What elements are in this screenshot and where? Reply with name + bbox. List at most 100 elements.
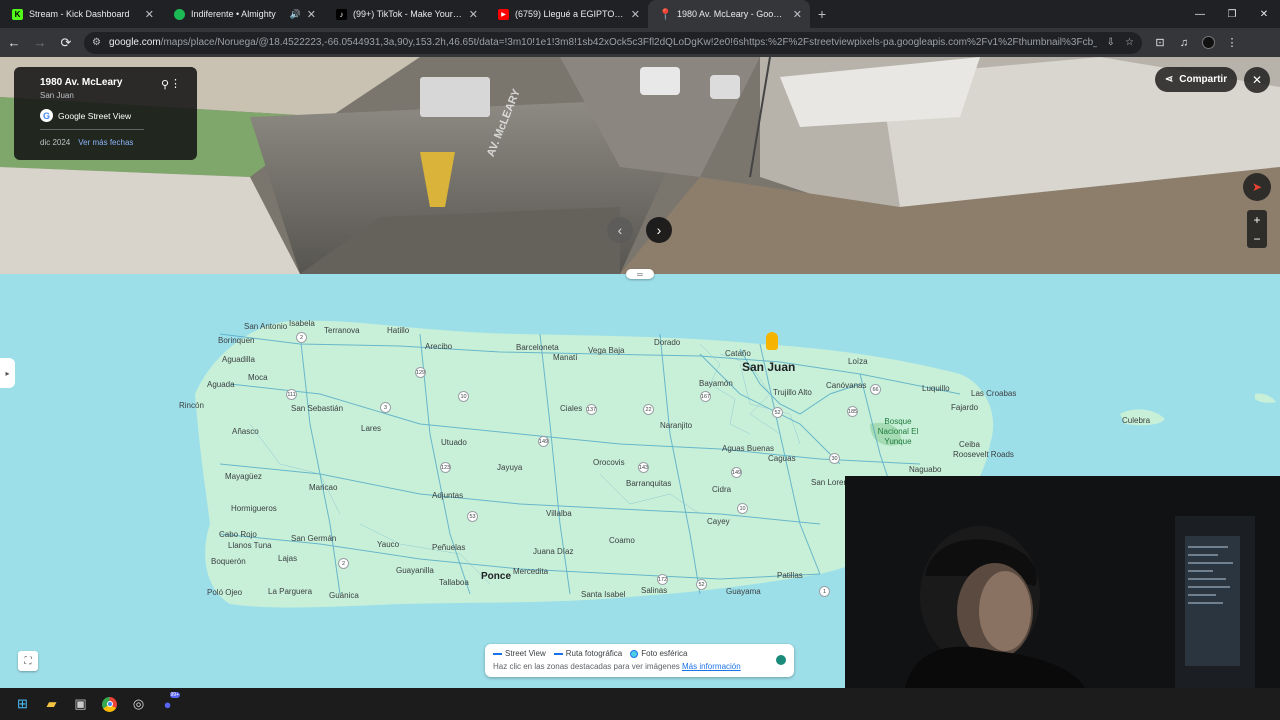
new-tab-button[interactable]: + [810,0,834,28]
divider [40,129,144,130]
map-label: Guayama [726,587,761,596]
task-manager-icon[interactable]: ▣ [66,690,95,718]
map-label: Boquerón [211,557,246,566]
legend-spherical-photo: Foto esférica [630,649,688,658]
route-shield: 1 [819,586,830,597]
map-label: Roosevelt Roads [953,450,1014,459]
discord-icon[interactable]: ● 99+ [153,690,182,718]
file-explorer-icon[interactable]: ▰ [37,690,66,718]
windows-start-icon[interactable]: ⊞ [8,690,37,718]
map-label-major-city: Ponce [481,571,512,582]
chrome-icon[interactable] [95,690,124,718]
map-label: Isabela [289,319,315,328]
address-bar[interactable]: ⚙ google.com/maps/place/Noruega/@18.4522… [84,31,1142,54]
street-view-layer-toggle[interactable] [776,655,786,665]
map-label: Barceloneta [516,343,559,352]
map-label: San Antonio [244,322,288,331]
map-label: Bayamón [699,379,733,388]
tab-tiktok[interactable]: ♪ (99+) TikTok - Make Your Day ✕ [324,0,486,28]
next-image-button[interactable]: › [646,217,672,243]
location-pin-icon[interactable]: ⚲ [161,78,169,91]
expand-side-panel-button[interactable]: ▸ [0,358,15,388]
map-label: Añasco [232,427,259,436]
map-label: Guánica [329,591,359,600]
tab-close-icon[interactable]: ✕ [793,8,802,21]
close-street-view-button[interactable]: ✕ [1244,67,1270,93]
brand-label: Google Street View [58,110,132,121]
forward-icon[interactable]: → [28,31,52,55]
map-label: Rincón [179,401,204,410]
map-label: Cidra [712,485,732,494]
site-info-icon[interactable]: ⚙ [92,37,101,48]
map-label: Naranjito [660,421,693,430]
map-label: Canóvanas [826,381,867,390]
see-more-dates-link[interactable]: Ver más fechas [78,138,133,147]
url-text: google.com/maps/place/Noruega/@18.452222… [108,37,1097,48]
tab-close-icon[interactable]: ✕ [469,8,478,21]
route-shield: 66 [870,384,881,395]
chrome-menu-icon[interactable]: ⋮ [1220,31,1244,55]
fullscreen-button[interactable]: ⛶ [18,651,38,671]
install-app-icon[interactable]: ⇩ [1107,37,1115,48]
map-label: Juana Díaz [533,547,574,556]
map-label: Guayanilla [396,566,434,575]
tab-kick[interactable]: K Stream - Kick Dashboard ✕ [0,0,162,28]
bookmark-star-icon[interactable]: ☆ [1125,37,1134,48]
close-window-icon[interactable]: ✕ [1248,0,1280,28]
back-icon[interactable]: ← [2,31,26,55]
route-shield: 10 [458,391,469,402]
map-label: Aguas Buenas [722,444,775,453]
map-label: Dorado [654,338,681,347]
browser-tab-bar: K Stream - Kick Dashboard ✕ Indiferente … [0,0,1280,28]
profile-avatar[interactable] [1196,31,1220,55]
map-label: Santa Isabel [581,590,626,599]
map-label: Naguabo [909,465,942,474]
tab-title: Indiferente • Almighty [191,9,276,19]
previous-image-button[interactable]: ‹ [607,217,633,243]
obs-icon[interactable]: ◎ [124,690,153,718]
route-shield: 149 [538,436,549,447]
map-label: Llanos Tuna [228,541,272,550]
street-view-brand: G Google Street View [40,109,185,122]
route-shield: 143 [638,462,649,473]
map-label: Borinquen [218,336,255,345]
route-shield: 52 [772,407,783,418]
media-controls-icon[interactable]: ♫ [1172,31,1196,55]
minimize-icon[interactable]: — [1184,0,1216,28]
speaker-icon[interactable]: 🔊 [290,9,301,20]
google-logo-icon: G [40,109,53,122]
tab-spotify[interactable]: Indiferente • Almighty 🔊 ✕ [162,0,324,28]
tab-youtube[interactable]: ▶ (6759) Llegué a EGIPTO y todo ✕ [486,0,648,28]
reload-icon[interactable]: ⟳ [54,31,78,55]
tab-google-maps[interactable]: 📍 1980 Av. McLeary - Google Map ✕ [648,0,810,28]
zoom-out-icon[interactable]: − [1253,232,1260,246]
more-options-icon[interactable]: ⋮ [170,77,181,90]
compass-icon[interactable]: ➤ [1243,173,1271,201]
map-label: Barranquitas [626,479,672,488]
route-shield: 30 [829,453,840,464]
map-label: La Parguera [268,587,313,596]
lens-icon[interactable]: ⊡ [1148,31,1172,55]
share-button[interactable]: ⋖ Compartir [1155,67,1237,92]
browser-toolbar: ← → ⟳ ⚙ google.com/maps/place/Noruega/@1… [0,28,1280,57]
map-label: Culebra [1122,416,1151,425]
map-label: Tallaboa [439,578,469,587]
route-shield: 10 [737,503,748,514]
tab-close-icon[interactable]: ✕ [307,8,316,21]
map-label: Yauco [377,540,400,549]
capture-date: dic 2024 [40,138,71,147]
restore-icon[interactable]: ❐ [1216,0,1248,28]
zoom-in-icon[interactable]: + [1253,213,1260,227]
window-controls: — ❐ ✕ [1184,0,1280,28]
map-label: Jayuya [497,463,523,472]
more-info-link[interactable]: Más información [682,662,741,671]
map-label: Arecibo [425,342,453,351]
tab-close-icon[interactable]: ✕ [631,8,640,21]
place-subtitle: San Juan [40,91,74,100]
panel-resize-handle[interactable]: ═ [626,269,654,279]
pegman-icon[interactable] [766,332,778,350]
map-label: Maricao [309,483,338,492]
tab-close-icon[interactable]: ✕ [145,8,154,21]
route-shield: 123 [440,462,451,473]
map-label: Hatillo [387,326,410,335]
